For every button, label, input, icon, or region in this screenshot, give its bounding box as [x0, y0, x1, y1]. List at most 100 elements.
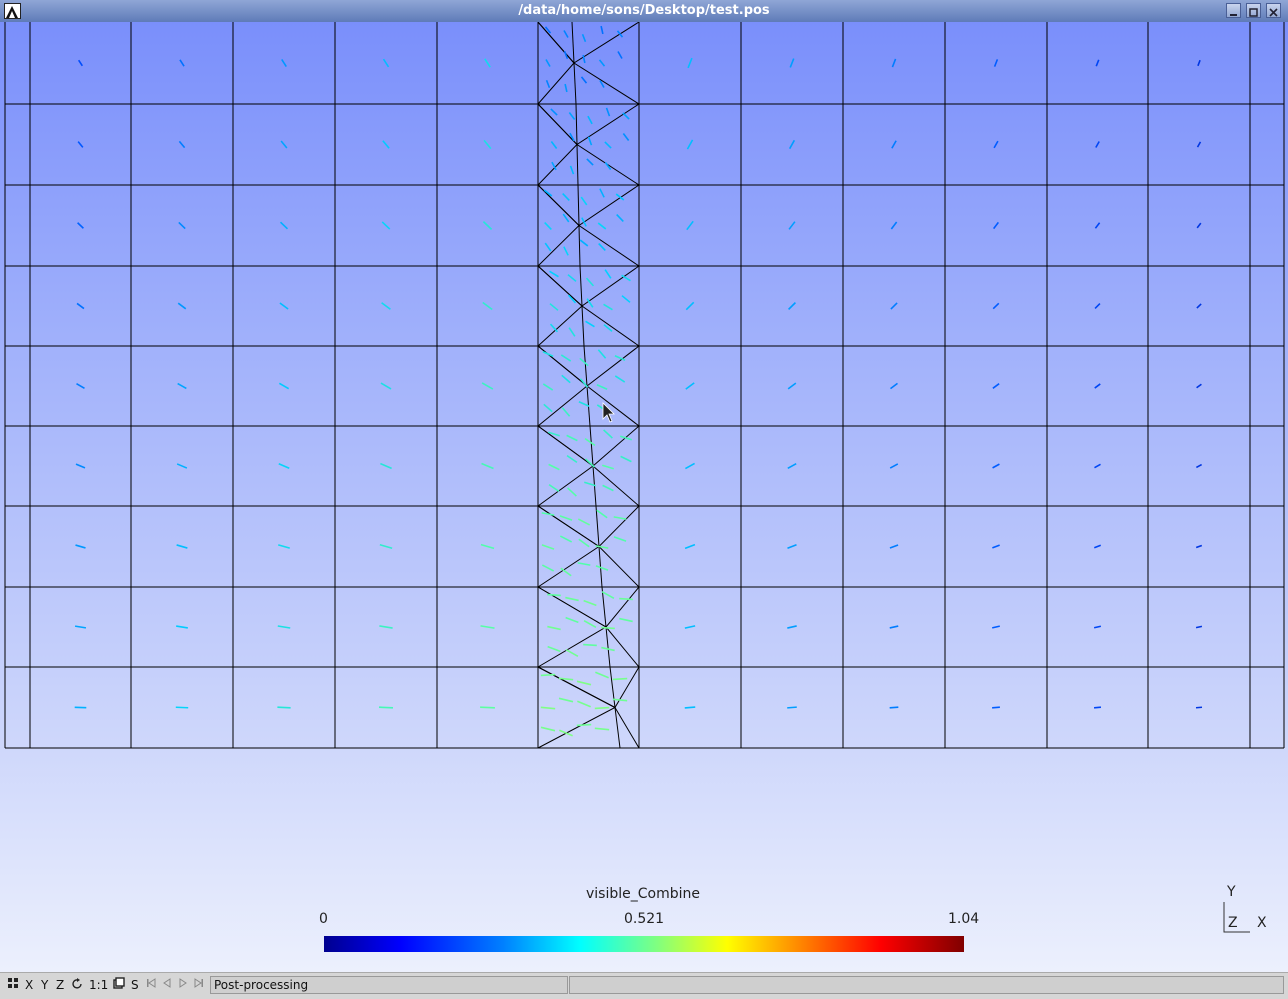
grid-dots-button[interactable]: [7, 977, 19, 993]
vector-arrow: [382, 303, 391, 310]
vector-arrow: [688, 58, 692, 68]
mesh-edge: [538, 667, 615, 708]
previous-step-button[interactable]: [162, 977, 172, 993]
vector-arrow: [685, 545, 695, 549]
vector-arrow: [563, 194, 570, 201]
vector-arrow: [582, 77, 587, 83]
vector-arrow: [565, 84, 567, 92]
vector-arrow: [790, 140, 795, 148]
vector-arrow: [577, 701, 590, 706]
vector-arrow: [891, 222, 896, 229]
vector-arrow: [1095, 223, 1099, 228]
play-button[interactable]: [178, 977, 188, 993]
vector-arrow: [581, 197, 587, 205]
vector-arrow: [551, 109, 557, 115]
axis-z-label: Z: [1228, 915, 1238, 931]
vector-arrow: [380, 545, 392, 549]
vector-arrow: [178, 384, 187, 389]
next-step-icon: [194, 977, 204, 989]
vector-arrow: [577, 725, 591, 726]
title-bar[interactable]: /data/home/sons/Desktop/test.pos: [0, 0, 1288, 23]
vector-arrow: [789, 222, 795, 230]
maximize-button[interactable]: [1246, 3, 1261, 18]
vector-arrow: [890, 464, 898, 468]
snapshot-button[interactable]: [113, 977, 125, 993]
vector-arrow: [541, 727, 555, 730]
vector-arrow: [619, 619, 632, 622]
vector-arrow: [582, 218, 586, 227]
vector-arrow: [614, 517, 627, 519]
vector-arrow: [180, 60, 184, 66]
vector-arrow: [993, 303, 999, 308]
vector-arrow: [561, 568, 571, 576]
vector-arrow: [584, 601, 597, 606]
vector-arrow: [993, 464, 1000, 468]
vector-arrow: [567, 456, 577, 463]
vector-arrow: [551, 141, 556, 148]
vector-arrow: [380, 464, 391, 469]
vector-arrow: [585, 439, 595, 446]
mesh-edge: [538, 185, 579, 226]
vector-arrow: [484, 140, 491, 148]
vector-arrow: [580, 240, 588, 246]
vector-arrow: [1197, 223, 1201, 228]
vector-arrow: [1196, 626, 1202, 627]
vector-arrow: [583, 645, 597, 646]
rotate-button[interactable]: [71, 977, 83, 993]
vector-arrow: [1094, 707, 1101, 708]
vector-arrow: [614, 537, 626, 541]
graphics-viewport[interactable]: visible_Combine 0 0.521 1.04 Y Z X: [0, 22, 1288, 972]
vector-arrow: [383, 141, 389, 149]
vector-arrow: [596, 566, 608, 570]
first-step-button[interactable]: [146, 977, 156, 993]
vector-arrow: [788, 464, 796, 469]
view-y-button[interactable]: Y: [41, 977, 48, 993]
vector-arrow: [601, 628, 615, 629]
vector-arrows: [75, 26, 1202, 736]
vector-arrow: [604, 430, 613, 438]
vector-arrow: [619, 599, 633, 600]
vector-arrow: [992, 545, 999, 548]
vector-arrow: [622, 275, 631, 280]
vector-arrow: [1094, 464, 1100, 467]
vector-arrow: [994, 222, 999, 228]
vector-arrow: [547, 80, 550, 87]
mesh-edge: [538, 22, 574, 104]
vector-arrow: [587, 278, 594, 286]
vector-arrow: [892, 141, 896, 149]
vector-arrow: [549, 485, 559, 492]
vector-arrow: [560, 536, 571, 542]
vector-arrow: [604, 304, 613, 309]
legend-colorbar: [324, 936, 964, 952]
vector-arrow: [562, 375, 570, 382]
vector-arrow: [178, 303, 186, 309]
minimize-button[interactable]: [1226, 3, 1241, 18]
vector-arrow: [483, 302, 492, 309]
vector-arrow: [578, 563, 591, 565]
vector-arrow: [278, 626, 290, 628]
vector-arrow: [1095, 384, 1101, 388]
vector-arrow: [623, 113, 629, 119]
mesh-scene[interactable]: [0, 22, 1288, 972]
close-button[interactable]: [1266, 3, 1281, 18]
vector-arrow: [595, 708, 609, 709]
vector-arrow: [687, 221, 693, 229]
s-button[interactable]: S: [131, 977, 139, 993]
vector-arrow: [891, 303, 897, 309]
vector-arrow: [564, 31, 568, 38]
view-x-button[interactable]: X: [25, 977, 33, 993]
vector-arrow: [1197, 384, 1202, 388]
vector-arrow: [542, 545, 554, 549]
vector-arrow: [541, 707, 555, 708]
next-step-button[interactable]: [194, 977, 204, 993]
vector-arrow: [542, 513, 555, 515]
vector-arrow: [602, 465, 613, 469]
vector-arrow: [1197, 304, 1201, 308]
vector-arrow: [77, 303, 84, 308]
vector-arrow: [550, 271, 559, 276]
vector-arrow: [618, 52, 622, 59]
view-z-button[interactable]: Z: [56, 977, 64, 993]
scale-1-1-button[interactable]: 1:1: [89, 977, 108, 993]
vector-arrow: [546, 60, 550, 67]
vector-arrow: [78, 223, 84, 229]
